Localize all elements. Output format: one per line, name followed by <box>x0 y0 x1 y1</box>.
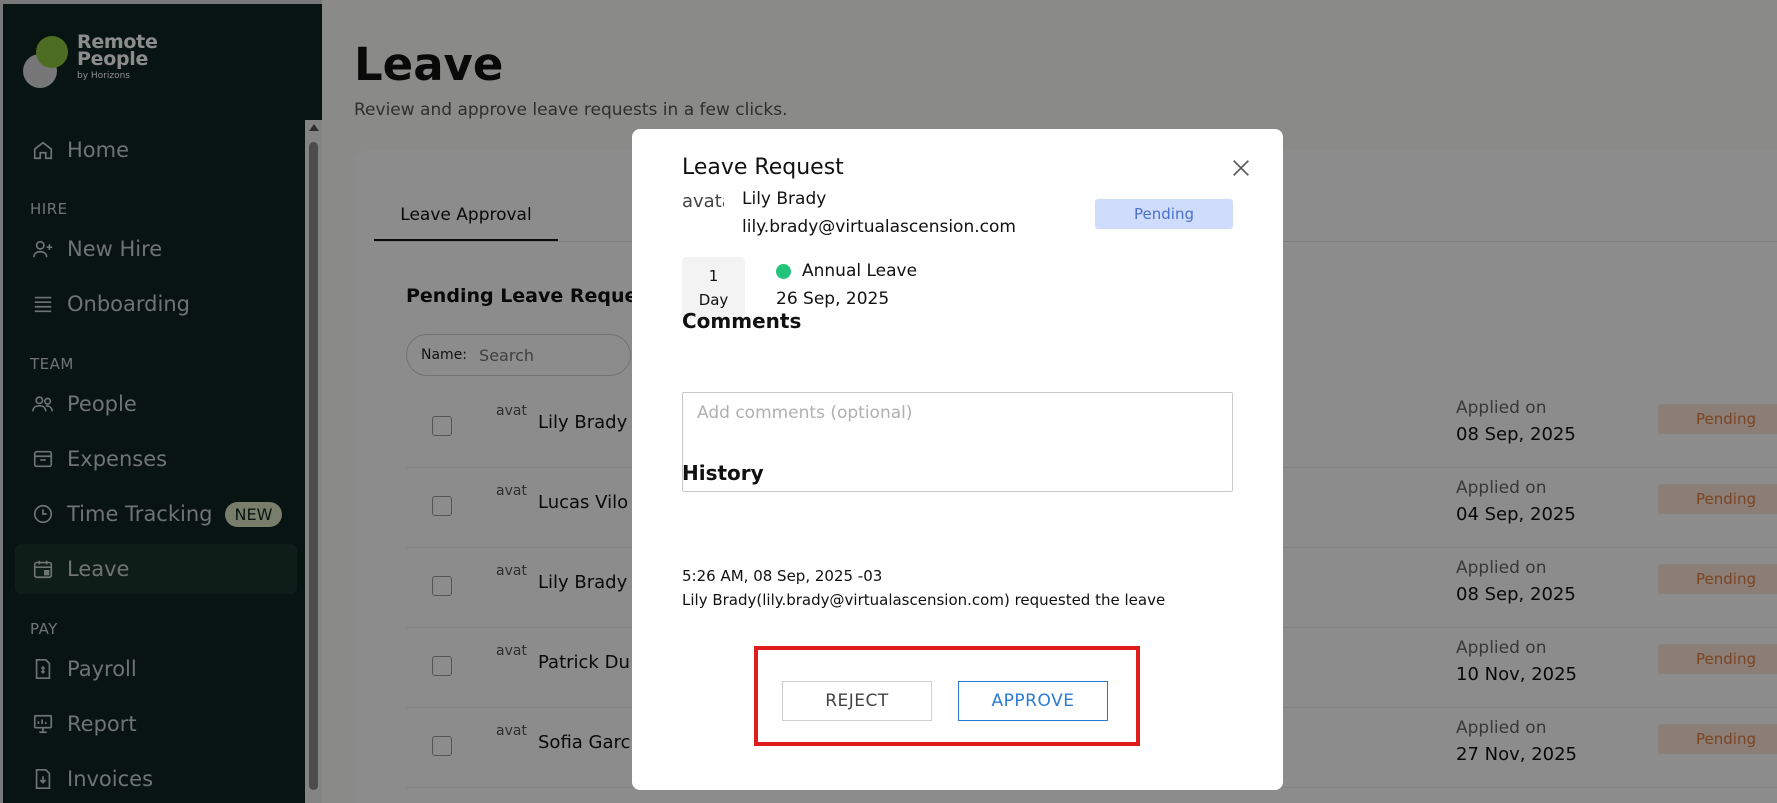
reject-button[interactable]: REJECT <box>782 681 932 721</box>
comments-heading: Comments <box>682 309 802 333</box>
approve-button[interactable]: APPROVE <box>958 681 1108 721</box>
leave-type-dot <box>776 264 791 279</box>
modal-title: Leave Request <box>682 155 844 180</box>
requester-email: lily.brady@virtualascension.com <box>742 217 1016 237</box>
leave-request-modal: Leave Request avatar Lily Brady lily.bra… <box>632 129 1283 790</box>
close-icon[interactable] <box>1230 157 1254 181</box>
days-count: 1 <box>708 267 719 285</box>
avatar: avatar <box>682 191 724 212</box>
history-timestamp: 5:26 AM, 08 Sep, 2025 -03 <box>682 567 883 585</box>
status-badge: Pending <box>1095 199 1233 229</box>
comments-input[interactable] <box>682 392 1233 492</box>
leave-type: Annual Leave <box>802 261 918 281</box>
leave-date: 26 Sep, 2025 <box>776 289 890 309</box>
history-heading: History <box>682 461 764 485</box>
history-entry: Lily Brady(lily.brady@virtualascension.c… <box>682 591 1166 609</box>
requester-name: Lily Brady <box>742 189 827 209</box>
